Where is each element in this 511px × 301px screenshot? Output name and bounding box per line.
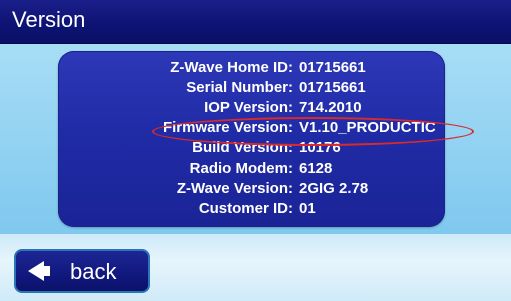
info-row-zwave-home-id: Z-Wave Home ID: 01715661 <box>58 57 445 77</box>
info-label: Radio Modem: <box>189 159 293 177</box>
info-value: 6128 <box>299 159 333 177</box>
page-title: Version <box>12 7 86 32</box>
firmware-highlight-ellipse <box>152 117 474 146</box>
info-label: Customer ID: <box>198 199 293 217</box>
info-label: Z-Wave Version: <box>176 179 293 197</box>
info-row-serial-number: Serial Number: 01715661 <box>58 77 445 97</box>
info-value: 01715661 <box>299 58 366 76</box>
back-button-label: back <box>70 259 117 284</box>
info-label: IOP Version: <box>204 98 293 116</box>
info-row-customer-id: Customer ID: 01 <box>58 198 445 218</box>
info-label: Serial Number: <box>186 78 293 96</box>
info-row-iop-version: IOP Version: 714.2010 <box>58 97 445 117</box>
back-button[interactable]: back <box>14 249 150 293</box>
left-arrow-icon <box>28 261 50 281</box>
title-bar: Version <box>0 0 511 44</box>
info-value: 01715661 <box>299 78 366 96</box>
info-value: 714.2010 <box>299 98 362 116</box>
info-row-radio-modem: Radio Modem: 6128 <box>58 158 445 178</box>
info-row-zwave-version: Z-Wave Version: 2GIG 2.78 <box>58 178 445 198</box>
info-value: 2GIG 2.78 <box>299 179 369 197</box>
info-label: Z-Wave Home ID: <box>170 58 293 76</box>
info-value: 01 <box>299 199 316 217</box>
